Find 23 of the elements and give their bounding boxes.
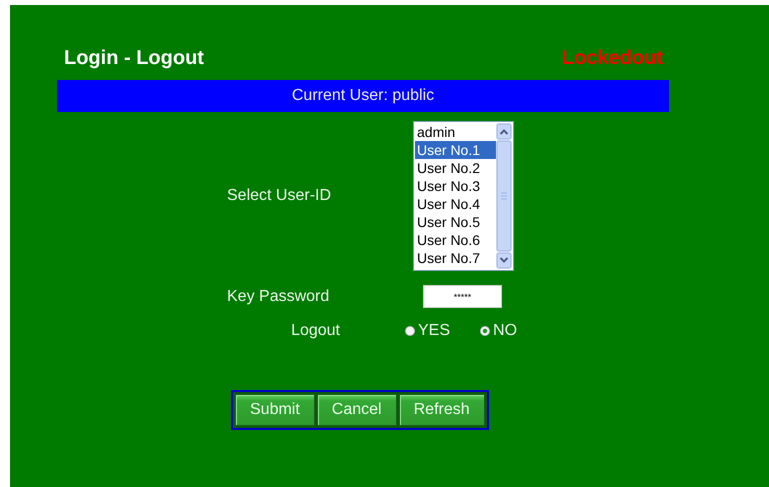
current-user-bar: Current User: public: [57, 80, 669, 112]
page-title: Login - Logout: [64, 46, 204, 70]
radio-option[interactable]: NO: [480, 322, 518, 340]
radio-label: NO: [493, 322, 518, 340]
user-listbox[interactable]: admin User No.1 User No.2 User No.3 User No.4 User No.5 User No.6 User No.7: [413, 121, 514, 271]
list-option[interactable]: User No.1: [415, 141, 496, 159]
radio-label: YES: [418, 322, 450, 340]
status-label: Lockedout: [562, 46, 663, 70]
field-label: Key Password: [227, 288, 330, 306]
field-label: Logout: [290, 322, 340, 340]
list-option[interactable]: User No.6: [415, 231, 496, 249]
field-label: Select User-ID: [227, 187, 332, 205]
password-field[interactable]: *****: [423, 285, 502, 308]
list-option[interactable]: User No.2: [415, 159, 496, 177]
radio-icon[interactable]: [480, 326, 490, 336]
list-option[interactable]: User No.4: [415, 195, 496, 213]
scrollbar-icon[interactable]: [496, 123, 512, 269]
radio-icon[interactable]: [405, 326, 415, 336]
list-option[interactable]: User No.5: [415, 213, 496, 231]
radio-option[interactable]: YES: [405, 322, 450, 340]
list-option[interactable]: User No.7: [415, 249, 496, 267]
list-option[interactable]: User No.3: [415, 177, 496, 195]
list-option[interactable]: admin: [415, 123, 496, 141]
